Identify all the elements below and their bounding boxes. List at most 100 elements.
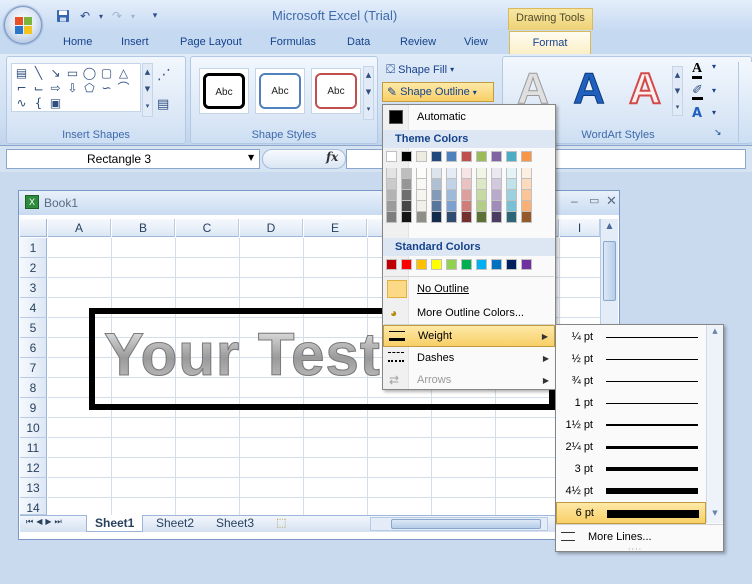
theme-color-swatch[interactable]	[461, 151, 472, 162]
chevron-down-icon[interactable]: ▾	[712, 62, 716, 71]
row-header[interactable]: 1	[20, 238, 47, 258]
row-header[interactable]: 13	[20, 478, 47, 498]
customize-qat-icon[interactable]: ▾	[146, 8, 164, 24]
down-arrow-icon[interactable]: ⇩	[64, 80, 81, 95]
theme-shade-swatch[interactable]	[416, 201, 427, 212]
hscroll-thumb[interactable]	[391, 519, 541, 529]
scroll-thumb[interactable]	[603, 241, 616, 301]
standard-color-swatch[interactable]	[446, 259, 457, 270]
tab-formulas[interactable]: Formulas	[270, 36, 316, 48]
weight-item[interactable]: 1½ pt	[556, 414, 706, 436]
theme-shade-swatch[interactable]	[461, 201, 472, 212]
chevron-down-icon[interactable]: ▾	[712, 108, 716, 117]
theme-shade-swatch[interactable]	[461, 190, 472, 201]
textbox-icon[interactable]: ▤	[13, 65, 30, 80]
theme-shade-swatch[interactable]	[521, 201, 532, 212]
weight-item[interactable]: 1 pt	[556, 392, 706, 414]
theme-shade-swatch[interactable]	[431, 201, 442, 212]
sheet-nav-icons[interactable]: ⏮◀▶⏭	[26, 517, 65, 527]
scroll-up-icon[interactable]: ▲	[709, 327, 721, 339]
insert-function-icon[interactable]: fx	[326, 150, 338, 164]
office-button[interactable]	[4, 6, 42, 44]
theme-shade-swatch[interactable]	[446, 190, 457, 201]
tab-format[interactable]: Format	[509, 31, 591, 55]
row-header[interactable]: 14	[20, 498, 47, 515]
shape-outline-button[interactable]: ✎ Shape Outline ▾	[382, 82, 494, 102]
theme-shade-swatch[interactable]	[416, 190, 427, 201]
wordart-gallery-scroll[interactable]: ▲ ▼ ▾	[672, 66, 683, 116]
theme-shade-swatch[interactable]	[431, 168, 442, 179]
standard-color-swatch[interactable]	[476, 259, 487, 270]
row-header[interactable]: 3	[20, 278, 47, 298]
theme-shade-swatch[interactable]	[431, 212, 442, 223]
triangle-icon[interactable]: △	[115, 65, 132, 80]
theme-shade-swatch[interactable]	[416, 168, 427, 179]
theme-shade-swatch[interactable]	[431, 179, 442, 190]
scroll-down-icon[interactable]: ▼	[709, 509, 721, 521]
freeform-icon[interactable]: ⌒	[115, 80, 132, 95]
theme-shade-swatch[interactable]	[491, 212, 502, 223]
line-icon[interactable]: ╲	[30, 65, 47, 80]
theme-shade-swatch[interactable]	[416, 179, 427, 190]
column-header[interactable]: E	[304, 219, 367, 237]
save-icon[interactable]	[54, 8, 72, 24]
tab-page-layout[interactable]: Page Layout	[180, 36, 242, 48]
tab-home[interactable]: Home	[63, 36, 92, 48]
redo-dropdown-icon[interactable]: ▾	[124, 8, 142, 24]
row-header[interactable]: 11	[20, 438, 47, 458]
scroll-up-icon[interactable]: ▲	[602, 221, 617, 235]
theme-shade-swatch[interactable]	[446, 212, 457, 223]
theme-shade-swatch[interactable]	[416, 212, 427, 223]
standard-color-swatch[interactable]	[386, 259, 397, 270]
column-header[interactable]: D	[240, 219, 303, 237]
shape-styles-scroll[interactable]: ▲ ▼ ▾	[363, 66, 374, 120]
row-header[interactable]: 9	[20, 398, 47, 418]
shapes-gallery-scroll[interactable]: ▲ ▼ ▾	[142, 63, 153, 117]
weight-item[interactable]: ¼ pt	[556, 326, 706, 348]
weight-item[interactable]: ½ pt	[556, 348, 706, 370]
standard-color-swatch[interactable]	[461, 259, 472, 270]
curve-icon[interactable]: ∽	[98, 80, 115, 95]
theme-shade-swatch[interactable]	[386, 190, 397, 201]
theme-shade-swatch[interactable]	[461, 212, 472, 223]
theme-shade-swatch[interactable]	[521, 212, 532, 223]
column-header[interactable]: I	[560, 219, 600, 237]
dialog-launcher-icon[interactable]: ↘	[714, 128, 722, 138]
theme-shade-swatch[interactable]	[521, 179, 532, 190]
horizontal-scrollbar[interactable]	[370, 517, 548, 531]
right-arrow-icon[interactable]: ⇨	[47, 80, 64, 95]
shape-style-black[interactable]: Abc	[199, 68, 249, 114]
row-header[interactable]: 6	[20, 338, 47, 358]
theme-shade-swatch[interactable]	[521, 168, 532, 179]
theme-shade-swatch[interactable]	[491, 168, 502, 179]
weight-item[interactable]: ¾ pt	[556, 370, 706, 392]
sheet-tab-sheet1[interactable]: Sheet1	[86, 515, 144, 532]
name-box-dropdown-icon[interactable]: ▼	[248, 153, 254, 162]
theme-shade-swatch[interactable]	[506, 179, 517, 190]
standard-color-swatch[interactable]	[521, 259, 532, 270]
oval-icon[interactable]: ◯	[81, 65, 98, 80]
text-outline-icon[interactable]: ✐	[692, 84, 703, 100]
chevron-down-icon[interactable]: ▾	[712, 86, 716, 95]
theme-shade-swatch[interactable]	[476, 190, 487, 201]
rectangle-icon[interactable]: ▭	[64, 65, 81, 80]
theme-color-swatch[interactable]	[386, 151, 397, 162]
theme-color-swatch[interactable]	[491, 151, 502, 162]
theme-shade-swatch[interactable]	[386, 201, 397, 212]
row-header[interactable]: 8	[20, 378, 47, 398]
sheet-tab-sheet2[interactable]: Sheet2	[148, 515, 202, 532]
theme-shade-swatch[interactable]	[431, 190, 442, 201]
theme-shade-swatch[interactable]	[401, 179, 412, 190]
close-icon[interactable]: ✕	[606, 193, 617, 209]
theme-shade-swatch[interactable]	[461, 179, 472, 190]
brace-icon[interactable]: {	[30, 95, 47, 110]
row-header[interactable]: 5	[20, 318, 47, 338]
tab-view[interactable]: View	[464, 36, 488, 48]
theme-shade-swatch[interactable]	[476, 212, 487, 223]
row-header[interactable]: 2	[20, 258, 47, 278]
wordart-style-blue[interactable]: A	[564, 64, 614, 118]
name-box[interactable]: Rectangle 3	[6, 149, 260, 169]
theme-shade-swatch[interactable]	[506, 190, 517, 201]
standard-color-swatch[interactable]	[491, 259, 502, 270]
theme-color-swatch[interactable]	[521, 151, 532, 162]
